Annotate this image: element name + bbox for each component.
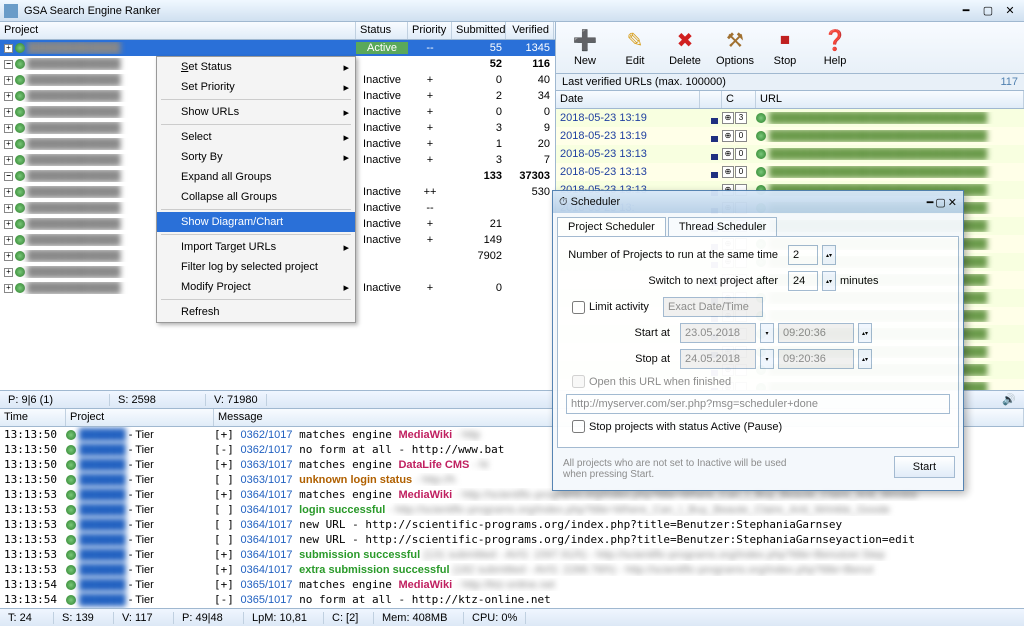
window-titlebar: GSA Search Engine Ranker ━ ▢ ✕ xyxy=(0,0,1024,22)
log-row[interactable]: 13:13:54 ██████ - Tier [+] 0365/1017 mat… xyxy=(0,577,1024,592)
log-row[interactable]: 13:13:53 ██████ - Tier [+] 0364/1017 sub… xyxy=(0,547,1024,562)
delete-icon: ✖ xyxy=(673,29,697,53)
menu-select[interactable]: Select xyxy=(157,127,355,147)
stop-time-input[interactable] xyxy=(778,349,854,369)
project-row[interactable]: +████████████ Active-- 551345 xyxy=(0,40,555,56)
finish-url-input[interactable] xyxy=(566,394,950,414)
spinner-icon[interactable]: ▴▾ xyxy=(822,271,836,291)
menu-import-urls[interactable]: Import Target URLs xyxy=(157,237,355,257)
scheduler-maximize[interactable]: ▢ xyxy=(935,196,945,209)
maximize-button[interactable]: ▢ xyxy=(978,3,998,19)
tools-icon: ⚒ xyxy=(723,29,747,53)
stop-button[interactable]: ⏹Stop xyxy=(764,29,806,67)
project-columns: Project Status Priority Submitted Verifi… xyxy=(0,22,555,40)
log-row[interactable]: 13:13:53 ██████ - Tier [ ] 0364/1017 new… xyxy=(0,517,1024,532)
col-status[interactable]: Status xyxy=(356,22,408,39)
url-row[interactable]: 2018-05-23 13:13 ⊕0 ████████████████████… xyxy=(556,163,1024,181)
stop-date-input[interactable] xyxy=(680,349,756,369)
app-icon xyxy=(4,4,18,18)
menu-collapse-all[interactable]: Collapse all Groups xyxy=(157,187,355,207)
start-date-input[interactable] xyxy=(680,323,756,343)
log-row[interactable]: 13:13:53 ██████ - Tier [ ] 0364/1017 new… xyxy=(0,532,1024,547)
switch-after-input[interactable] xyxy=(788,271,818,291)
url-row[interactable]: 2018-05-23 13:19 ⊕3 ████████████████████… xyxy=(556,109,1024,127)
stop-active-checkbox[interactable] xyxy=(572,420,585,433)
menu-filter-log[interactable]: Filter log by selected project xyxy=(157,257,355,277)
open-url-checkbox[interactable] xyxy=(572,375,585,388)
menu-modify-project[interactable]: Modify Project xyxy=(157,277,355,297)
help-button[interactable]: ❓Help xyxy=(814,29,856,67)
window-title: GSA Search Engine Ranker xyxy=(24,5,160,17)
new-button[interactable]: ➕New xyxy=(564,29,606,67)
col-c[interactable]: C xyxy=(722,91,756,108)
url-header: Last verified URLs (max. 100000) 117 xyxy=(556,74,1024,91)
log-row[interactable]: 13:13:53 ██████ - Tier [+] 0364/1017 ext… xyxy=(0,562,1024,577)
col-project[interactable]: Project xyxy=(0,22,356,39)
menu-sort-by[interactable]: Sorty By xyxy=(157,147,355,167)
plus-icon: ➕ xyxy=(573,29,597,53)
col-time[interactable]: Time xyxy=(0,409,66,426)
col-submitted[interactable]: Submitted xyxy=(452,22,506,39)
project-context-menu: Set Status Set Priority Show URLs Select… xyxy=(156,56,356,323)
col-url[interactable]: URL xyxy=(756,91,1024,108)
col-log-project[interactable]: Project xyxy=(66,409,214,426)
col-date[interactable]: Date xyxy=(556,91,700,108)
menu-set-priority[interactable]: Set Priority xyxy=(157,77,355,97)
tab-thread-scheduler[interactable]: Thread Scheduler xyxy=(668,217,777,236)
menu-show-diagram[interactable]: Show Diagram/Chart xyxy=(157,212,355,232)
scheduler-dialog: ⏱ Scheduler ━▢✕ Project Scheduler Thread… xyxy=(552,190,964,491)
clock-icon: ⏱ xyxy=(559,196,568,209)
minimize-button[interactable]: ━ xyxy=(956,3,976,19)
main-toolbar: ➕New ✎Edit ✖Delete ⚒Options ⏹Stop ❓Help xyxy=(556,22,1024,74)
menu-expand-all[interactable]: Expand all Groups xyxy=(157,167,355,187)
app-status-bar: T: 24 S: 139 V: 117 P: 49|48 LpM: 10,81 … xyxy=(0,608,1024,626)
url-columns: Date C URL xyxy=(556,91,1024,109)
limit-type-select[interactable] xyxy=(663,297,763,317)
spinner-icon[interactable]: ▴▾ xyxy=(822,245,836,265)
menu-show-urls[interactable]: Show URLs xyxy=(157,102,355,122)
url-row[interactable]: 2018-05-23 13:19 ⊕0 ████████████████████… xyxy=(556,127,1024,145)
col-flag[interactable] xyxy=(700,91,722,108)
start-button[interactable]: Start xyxy=(894,456,955,478)
log-row[interactable]: 13:13:54 ██████ - Tier [-] 0365/1017 no … xyxy=(0,592,1024,607)
start-time-input[interactable] xyxy=(778,323,854,343)
menu-set-status[interactable]: Set Status xyxy=(157,57,355,77)
delete-button[interactable]: ✖Delete xyxy=(664,29,706,67)
stop-icon: ⏹ xyxy=(773,29,797,53)
help-icon: ❓ xyxy=(823,29,847,53)
num-projects-input[interactable] xyxy=(788,245,818,265)
col-priority[interactable]: Priority xyxy=(408,22,452,39)
col-verified[interactable]: Verified xyxy=(506,22,554,39)
pencil-icon: ✎ xyxy=(623,29,647,53)
menu-refresh[interactable]: Refresh xyxy=(157,302,355,322)
options-button[interactable]: ⚒Options xyxy=(714,29,756,67)
log-row[interactable]: 13:13:53 ██████ - Tier [ ] 0364/1017 log… xyxy=(0,502,1024,517)
tab-project-scheduler[interactable]: Project Scheduler xyxy=(557,217,666,236)
scheduler-titlebar[interactable]: ⏱ Scheduler ━▢✕ xyxy=(553,191,963,213)
limit-activity-checkbox[interactable] xyxy=(572,301,585,314)
close-button[interactable]: ✕ xyxy=(1000,3,1020,19)
scheduler-close[interactable]: ✕ xyxy=(948,196,957,209)
edit-button[interactable]: ✎Edit xyxy=(614,29,656,67)
scheduler-minimize[interactable]: ━ xyxy=(927,196,934,209)
url-row[interactable]: 2018-05-23 13:13 ⊕0 ████████████████████… xyxy=(556,145,1024,163)
